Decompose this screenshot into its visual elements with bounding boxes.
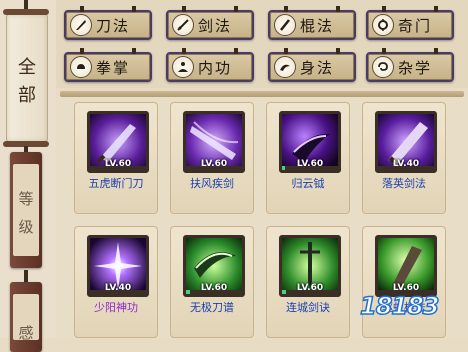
skill-name: 落英剑法	[382, 177, 426, 190]
green-sword-icon: LV.60	[279, 235, 341, 297]
green-blade-icon: LV.60	[183, 235, 245, 297]
sword-icon	[172, 14, 194, 36]
skill-progress-bar	[90, 290, 146, 294]
category-button-hidden-weapon[interactable]: 奇门	[366, 6, 454, 40]
hanger-peg	[434, 6, 438, 12]
staff-icon	[274, 14, 296, 36]
category-button-movement[interactable]: 身法	[268, 48, 356, 82]
hanger-peg	[132, 48, 136, 54]
axe-icon: LV.60	[279, 111, 341, 173]
tab-all-char-2: 部	[18, 85, 36, 106]
skill-progress-bar	[186, 290, 242, 294]
skill-name: 扶风疾剑	[190, 177, 234, 190]
watermark-logo: 18183	[359, 291, 464, 336]
hanger-peg	[382, 6, 386, 12]
skill-progress-bar	[378, 166, 434, 170]
skill-card[interactable]: LV.40 少阳神功	[74, 226, 158, 338]
hanger-peg	[434, 48, 438, 54]
greatsword-icon: LV.40	[375, 111, 437, 173]
skill-name: 无极刀谱	[190, 301, 234, 314]
sword-slash-icon: LV.60	[183, 111, 245, 173]
skill-progress-bar	[282, 290, 338, 294]
hanger-peg	[80, 6, 84, 12]
category-label: 杂学	[398, 59, 433, 77]
skill-card[interactable]: LV.60 五虎断门刀	[74, 102, 158, 214]
category-button-fist[interactable]: 拳掌	[64, 48, 152, 82]
skill-card[interactable]: LV.60 连城剑诀	[266, 226, 350, 338]
skill-name: 少阳神功	[94, 301, 138, 314]
tab-feeling[interactable]: 感	[10, 282, 42, 352]
hanger-peg	[182, 48, 186, 54]
skill-card[interactable]: LV.40 落英剑法	[362, 102, 446, 214]
hidden-weapon-icon	[372, 14, 394, 36]
category-button-sword[interactable]: 剑法	[166, 6, 254, 40]
hanger-peg	[132, 6, 136, 12]
category-label: 奇门	[398, 17, 433, 35]
meditation-icon	[172, 56, 194, 78]
skill-progress-fill	[282, 166, 285, 170]
hanger-peg	[336, 6, 340, 12]
skill-progress-fill	[186, 290, 190, 294]
club-icon: LV.60	[375, 235, 437, 297]
skill-name: 连城剑诀	[286, 301, 330, 314]
hanger-peg	[234, 48, 238, 54]
tab-all[interactable]: 全 部	[3, 9, 49, 147]
tab-rank[interactable]: 等 级	[10, 152, 42, 268]
movement-icon	[274, 56, 296, 78]
skill-card[interactable]: LV.60 扶风疾剑	[170, 102, 254, 214]
left-tab-panel: 全 部 等 级 感	[0, 0, 56, 352]
hanger-peg	[336, 48, 340, 54]
skill-card[interactable]: LV.60 无极刀谱	[170, 226, 254, 338]
skill-name: 五虎断门刀	[88, 177, 144, 190]
skill-progress-bar	[186, 166, 242, 170]
skill-name: 归云钺	[291, 177, 325, 190]
tab-feeling-panel: 感	[13, 294, 39, 342]
category-button-misc[interactable]: 杂学	[366, 48, 454, 82]
blade-icon	[70, 14, 92, 36]
category-button-staff[interactable]: 棍法	[268, 6, 356, 40]
tab-all-char-1: 全	[18, 57, 36, 78]
tab-rank-char-2: 级	[18, 218, 34, 236]
tab-rank-panel: 等 级	[13, 164, 39, 256]
hanger-peg	[234, 6, 238, 12]
hanger-peg	[284, 48, 288, 54]
category-label: 剑法	[198, 17, 233, 35]
hanger-peg	[80, 48, 84, 54]
skill-card[interactable]: LV.60 归云钺	[266, 102, 350, 214]
misc-icon	[372, 56, 394, 78]
category-label: 刀法	[96, 17, 131, 35]
category-button-inner-power[interactable]: 内功	[166, 48, 254, 82]
skill-progress-bar	[90, 166, 146, 170]
burst-icon: LV.40	[87, 235, 149, 297]
saber-icon: LV.60	[87, 111, 149, 173]
fist-icon	[70, 56, 92, 78]
watermark-text: 18183	[359, 291, 440, 321]
hanger-peg	[382, 48, 386, 54]
category-label: 身法	[300, 59, 335, 77]
skill-progress-bar	[282, 166, 338, 170]
skill-progress-fill	[282, 290, 286, 294]
category-label: 拳掌	[96, 59, 131, 77]
category-button-blade[interactable]: 刀法	[64, 6, 152, 40]
category-label: 棍法	[300, 17, 335, 35]
tab-feeling-char: 感	[18, 324, 34, 342]
tab-rank-char-1: 等	[18, 190, 34, 208]
hanger-peg	[182, 6, 186, 12]
hanger-peg	[284, 6, 288, 12]
scroll-rod	[24, 270, 28, 282]
category-label: 内功	[198, 59, 233, 77]
